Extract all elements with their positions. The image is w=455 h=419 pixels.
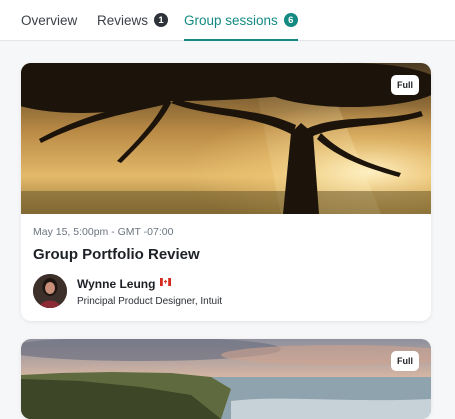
avatar[interactable]: [33, 274, 67, 308]
session-card[interactable]: Full May 15, 5:00pm - GMT -07:00 Group P…: [21, 63, 431, 321]
tab-bar: Overview Reviews 1 Group sessions 6: [0, 0, 455, 41]
host-role: Principal Product Designer, Intuit: [77, 296, 223, 307]
session-host: Wynne Leung Principal Product Designer, …: [33, 274, 423, 310]
tab-reviews-label: Reviews: [97, 12, 149, 28]
tab-group-sessions-label: Group sessions: [184, 12, 278, 28]
reviews-count-badge: 1: [154, 13, 169, 27]
session-card[interactable]: Full: [21, 339, 431, 419]
canada-flag-icon: [160, 278, 171, 286]
full-status-badge: Full: [391, 75, 419, 95]
tab-overview[interactable]: Overview: [21, 0, 77, 40]
tab-reviews[interactable]: Reviews 1: [97, 0, 169, 40]
host-name[interactable]: Wynne Leung: [77, 277, 155, 291]
session-title[interactable]: Group Portfolio Review: [33, 246, 200, 263]
session-datetime: May 15, 5:00pm - GMT -07:00: [33, 226, 174, 238]
full-status-badge: Full: [391, 351, 419, 371]
tab-overview-label: Overview: [21, 12, 78, 28]
coastal-cliffs-photo: [21, 339, 431, 419]
tree-sunset-photo: [21, 63, 431, 214]
group-sessions-count-badge: 6: [283, 13, 298, 27]
tab-group-sessions[interactable]: Group sessions 6: [184, 0, 298, 41]
